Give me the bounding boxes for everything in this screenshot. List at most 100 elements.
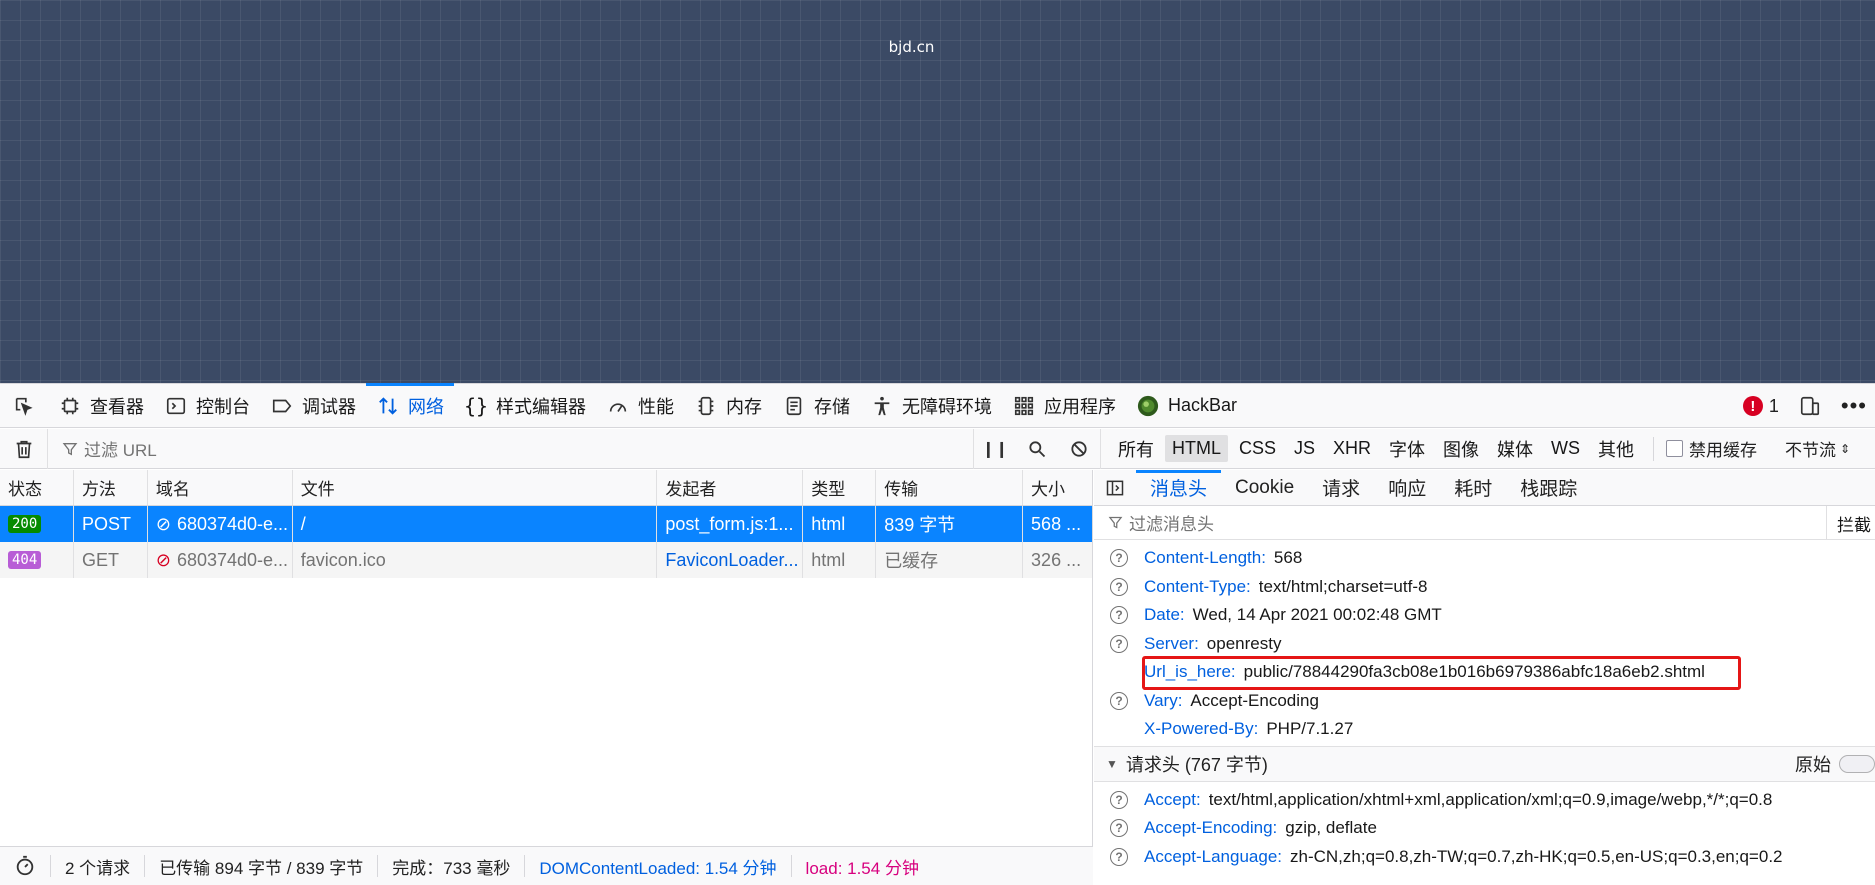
element-picker-icon: [15, 397, 33, 416]
tab-request[interactable]: 请求: [1308, 470, 1374, 506]
type-filter-ws[interactable]: WS: [1544, 435, 1587, 462]
tab-hackbar[interactable]: HackBar: [1126, 384, 1247, 428]
type-filter-xhr[interactable]: XHR: [1326, 435, 1378, 462]
header-value: 568: [1273, 548, 1303, 568]
column-type[interactable]: 类型: [803, 470, 877, 505]
transfer-cell: 已缓存: [876, 542, 1024, 578]
request-headers-section[interactable]: ▼ 请求头 (767 字节) 原始: [1094, 745, 1875, 782]
tab-storage[interactable]: 存储: [772, 384, 860, 428]
type-filter-js[interactable]: JS: [1287, 435, 1322, 462]
block-label: 拦截: [1837, 515, 1871, 535]
tab-network[interactable]: 网络: [366, 382, 454, 428]
help-icon[interactable]: ?: [1110, 819, 1128, 838]
network-statusbar: 2 个请求 已传输 894 字节 / 839 字节 完成：733 毫秒 DOMC…: [0, 846, 1093, 885]
header-value: zh-CN,zh;q=0.8,zh-TW;q=0.7,zh-HK;q=0.5,e…: [1290, 846, 1783, 866]
responsive-design-icon[interactable]: [1799, 395, 1821, 417]
block-button[interactable]: 拦截: [1826, 506, 1875, 540]
tab-headers[interactable]: 消息头: [1136, 470, 1222, 506]
type-filter-all[interactable]: 所有: [1111, 433, 1161, 465]
pause-button[interactable]: ❙❙: [974, 439, 1016, 459]
header-name: Vary:: [1144, 690, 1183, 710]
element-picker-button[interactable]: [0, 384, 48, 428]
type-filter-images[interactable]: 图像: [1436, 433, 1486, 465]
triangle-down-icon: ▼: [1106, 756, 1118, 771]
column-size[interactable]: 大小: [1023, 470, 1092, 505]
disable-cache-label: 禁用缓存: [1689, 441, 1758, 460]
more-options-icon[interactable]: •••: [1841, 393, 1867, 419]
clear-button[interactable]: [0, 428, 48, 469]
tab-label: 网络: [408, 396, 444, 417]
request-list: 状态 方法 域名 文件 发起者 类型 传输 大小 200 POST ⊘ 68037…: [0, 470, 1093, 846]
checkbox-box: [1666, 440, 1684, 457]
insecure-icon: ⊘: [155, 513, 171, 534]
header-value: gzip, deflate: [1285, 818, 1377, 838]
help-icon[interactable]: ?: [1110, 634, 1128, 653]
filter-headers-input[interactable]: 过滤消息头 拦截: [1094, 506, 1875, 540]
tab-label: 样式编辑器: [496, 396, 586, 417]
tab-response[interactable]: 响应: [1374, 470, 1440, 506]
column-domain[interactable]: 域名: [148, 470, 293, 505]
toggle-panel-button[interactable]: [1094, 478, 1136, 498]
initiator-cell[interactable]: FaviconLoader...: [657, 542, 804, 578]
sidebar-toggle-icon: [1106, 480, 1124, 495]
search-button[interactable]: [1016, 439, 1058, 459]
tab-timings[interactable]: 耗时: [1440, 470, 1506, 506]
help-icon[interactable]: ?: [1110, 790, 1128, 809]
tab-performance[interactable]: 性能: [596, 384, 684, 428]
table-row[interactable]: 404 GET ⊘ 680374d0-e... favicon.ico Favic…: [0, 542, 1092, 578]
help-icon[interactable]: ?: [1110, 606, 1128, 625]
throttle-label: 不节流: [1785, 441, 1837, 460]
request-headers-list: ? Accept: text/html,application/xhtml+xml,…: [1094, 782, 1875, 872]
error-count-button[interactable]: ! 1: [1742, 396, 1779, 417]
tab-inspector[interactable]: 查看器: [48, 384, 154, 428]
help-icon[interactable]: ?: [1110, 847, 1128, 866]
table-row[interactable]: 200 POST ⊘ 680374d0-e... / post_form.js:1…: [0, 506, 1092, 542]
header-name: Accept-Language:: [1144, 846, 1282, 866]
trash-icon: [16, 440, 31, 458]
tab-cookies[interactable]: Cookie: [1221, 470, 1308, 506]
initiator-link[interactable]: post_form.js:1...: [665, 514, 793, 535]
type-filter-media[interactable]: 媒体: [1490, 433, 1540, 465]
header-row: ? Content-Type: text/html;charset=utf-8: [1094, 573, 1875, 602]
performance-analysis-button[interactable]: [0, 855, 51, 877]
help-icon[interactable]: ?: [1110, 691, 1128, 710]
tab-label: 调试器: [302, 396, 356, 417]
finish-time: 完成：733 毫秒: [378, 855, 526, 878]
tab-application[interactable]: 应用程序: [1002, 384, 1126, 428]
filter-icon: [1108, 516, 1123, 529]
type-filter-other[interactable]: 其他: [1591, 433, 1641, 465]
column-initiator[interactable]: 发起者: [657, 470, 804, 505]
separator: [1653, 436, 1655, 461]
initiator-cell[interactable]: post_form.js:1...: [657, 506, 804, 542]
help-icon[interactable]: ?: [1110, 577, 1128, 596]
disable-cache-checkbox[interactable]: 禁用缓存: [1666, 436, 1757, 461]
header-row: ? Vary: Accept-Encoding: [1094, 687, 1875, 716]
tab-memory[interactable]: 内存: [684, 384, 772, 428]
raw-toggle[interactable]: 原始: [1795, 751, 1875, 777]
header-row-highlighted: ?Url_is_here:public/78844290fa3cb08e1b01…: [1094, 656, 1875, 690]
tab-debugger[interactable]: 调试器: [260, 384, 366, 428]
column-method[interactable]: 方法: [74, 470, 148, 505]
initiator-link[interactable]: FaviconLoader...: [665, 550, 798, 571]
header-value: text/html;charset=utf-8: [1258, 576, 1428, 596]
filter-url-input[interactable]: 过滤 URL: [48, 436, 973, 461]
domain-text: 680374d0-e...: [176, 513, 289, 534]
tab-console[interactable]: 控制台: [154, 384, 260, 428]
help-icon[interactable]: ?: [1110, 549, 1128, 568]
column-status[interactable]: 状态: [0, 470, 74, 505]
block-button[interactable]: [1058, 439, 1100, 459]
raw-label: 原始: [1795, 754, 1831, 775]
network-controls: ❙❙: [973, 428, 1101, 469]
column-file[interactable]: 文件: [293, 470, 658, 505]
tab-stack-trace[interactable]: 栈跟踪: [1506, 470, 1591, 506]
type-filter-fonts[interactable]: 字体: [1382, 433, 1432, 465]
type-filter-html[interactable]: HTML: [1165, 435, 1228, 462]
tab-style-editor[interactable]: {} 样式编辑器: [454, 384, 596, 428]
network-toolbar: 过滤 URL ❙❙ 所有 HTML CSS JS XHR 字体 图像 媒体 WS…: [0, 428, 1875, 469]
column-transfer[interactable]: 传输: [876, 470, 1024, 505]
type-filter-css[interactable]: CSS: [1232, 435, 1283, 462]
raw-switch[interactable]: [1839, 754, 1875, 773]
throttle-select[interactable]: 不节流 ⇕: [1785, 436, 1850, 461]
tab-accessibility[interactable]: 无障碍环境: [860, 384, 1002, 428]
header-value: public/78844290fa3cb08e1b016b6979386abfc…: [1243, 662, 1705, 682]
